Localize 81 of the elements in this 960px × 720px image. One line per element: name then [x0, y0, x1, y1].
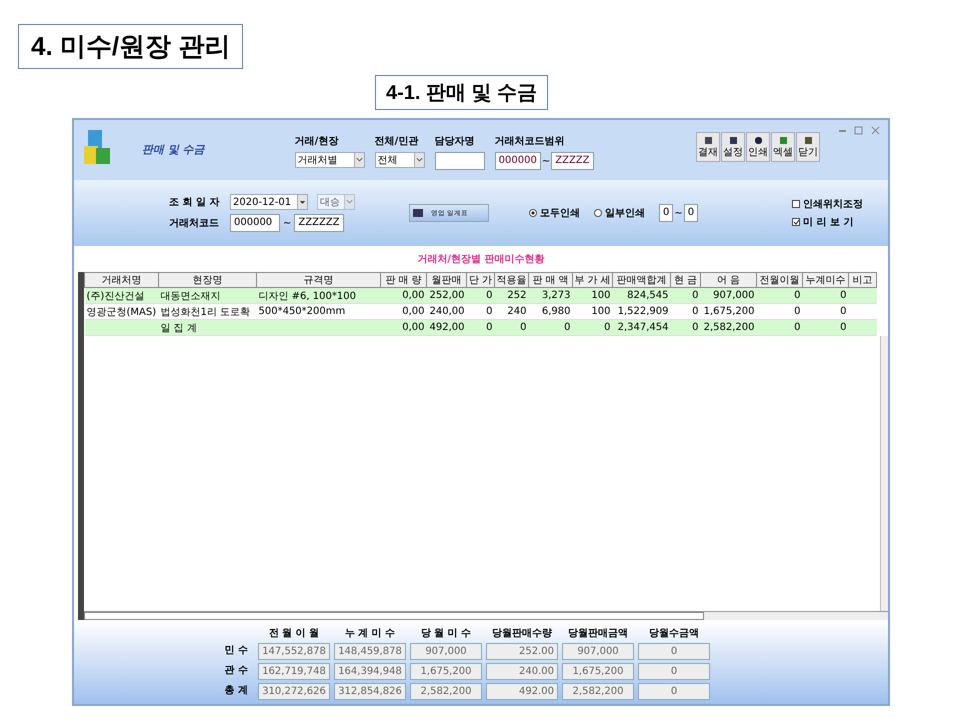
range-separator: ~ [674, 208, 683, 218]
column-header[interactable]: 현장명 [158, 272, 256, 288]
page-from-field[interactable]: 0 [659, 204, 674, 222]
summary-value: 252.00 [486, 643, 558, 660]
column-header[interactable]: 판 매 액 [528, 272, 572, 288]
column-header[interactable]: 규격명 [256, 272, 380, 288]
column-header[interactable]: 단 가 [466, 272, 494, 288]
code-label: 거래처코드 [169, 217, 220, 230]
column-header[interactable]: 부 가 세 [572, 272, 612, 288]
option-checkbox[interactable]: 미 리 보 기 [792, 215, 864, 229]
column-header[interactable]: 전월이월 [756, 272, 802, 288]
summary-value: 1,675,200 [410, 663, 482, 680]
page-to-field[interactable]: 0 [684, 204, 698, 222]
summary-value: 2,582,200 [562, 683, 634, 700]
summary-value: 147,552,878 [258, 643, 330, 660]
summary-label: 총 계 [224, 684, 249, 698]
date-picker[interactable]: 2020-12-01 [230, 194, 308, 210]
summary-label: 민 수 [224, 644, 249, 658]
summary-value: 164,394,948 [334, 663, 406, 680]
summary-value: 907,000 [562, 643, 634, 660]
summary-value: 312,854,826 [334, 683, 406, 700]
code-from-field[interactable]: 000000 [230, 214, 280, 232]
window-controls-icon[interactable] [838, 126, 880, 136]
summary-value: 1,675,200 [562, 663, 634, 680]
range-separator: ~ [283, 218, 292, 228]
summary-value: 0 [638, 643, 710, 660]
column-header[interactable]: 월판매 [426, 272, 466, 288]
slide-subtitle: 4-1. 판매 및 수금 [375, 75, 548, 110]
column-header[interactable]: 거래처명 [84, 272, 158, 288]
column-header[interactable]: 어 음 [700, 272, 756, 288]
column-header[interactable]: 판매액합계 [612, 272, 670, 288]
table-title: 거래처/현장별 판매미수현황 [417, 253, 545, 266]
column-header[interactable]: 판 매 량 [380, 272, 426, 288]
summary-header: 당월판매금액 [567, 627, 629, 640]
toolbar-button[interactable]: 닫기 [796, 132, 820, 162]
horizontal-scrollbar[interactable] [84, 611, 888, 620]
toolbar-button[interactable]: 엑셀 [771, 132, 795, 162]
summary-value: 0 [638, 683, 710, 700]
summary-value: 0 [638, 663, 710, 680]
summary-value: 148,459,878 [334, 643, 406, 660]
summary-header: 누 계 미 수 [344, 627, 396, 640]
toolbar-button[interactable]: 인쇄 [746, 132, 770, 162]
vertical-scrollbar[interactable] [880, 336, 888, 611]
filter-label: 전체/민관 [374, 135, 420, 148]
summary-header: 당월수금액 [648, 627, 700, 640]
range-separator: ~ [542, 156, 550, 166]
date-label: 조 회 일 자 [169, 196, 220, 209]
column-header[interactable]: 비고 [848, 272, 876, 288]
caret-icon[interactable] [354, 153, 364, 167]
code-to-field[interactable]: ZZZZZ [551, 152, 594, 170]
code-to-field[interactable]: ZZZZZZ [294, 214, 344, 232]
summary-value: 492.00 [486, 683, 558, 700]
summary-value: 162,719,748 [258, 663, 330, 680]
column-header[interactable]: 누계미수 [802, 272, 848, 288]
toolbar-button[interactable]: 설정 [721, 132, 745, 162]
toolbar-button[interactable]: 결재 [696, 132, 720, 162]
summary-header: 당월판매수량 [491, 627, 553, 640]
filter-label: 거래/현장 [294, 135, 340, 148]
window-title: 판매 및 수금 [142, 142, 205, 157]
summary-label: 관 수 [224, 664, 249, 678]
filter-select[interactable]: 전체 [374, 152, 425, 168]
summary-value: 240.00 [486, 663, 558, 680]
print-mode-radio[interactable]: 모두인쇄 [529, 206, 580, 220]
filter-label: 거래처코드범위 [494, 135, 566, 148]
manager-field[interactable] [434, 152, 485, 170]
check-icon [793, 218, 800, 226]
summary-value: 907,000 [410, 643, 482, 660]
summary-value: 310,272,626 [258, 683, 330, 700]
column-header[interactable]: 적용율 [494, 272, 528, 288]
filter-label: 담당자명 [434, 135, 476, 148]
caret-icon[interactable] [297, 195, 307, 209]
code-from-field[interactable]: 000000 [494, 152, 541, 170]
summary-header: 당 월 미 수 [420, 627, 472, 640]
column-header[interactable]: 현 금 [670, 272, 700, 288]
print-mode-radio[interactable]: 일부인쇄 [594, 206, 645, 220]
caret-icon[interactable] [414, 153, 424, 167]
slide-title: 4. 미수/원장 관리 [18, 24, 244, 69]
summary-value: 2,582,200 [410, 683, 482, 700]
filter-select[interactable]: 거래처별 [294, 152, 365, 168]
option-checkbox[interactable]: 인쇄위치조정 [792, 197, 864, 211]
summary-header: 전 월 이 월 [268, 627, 320, 640]
